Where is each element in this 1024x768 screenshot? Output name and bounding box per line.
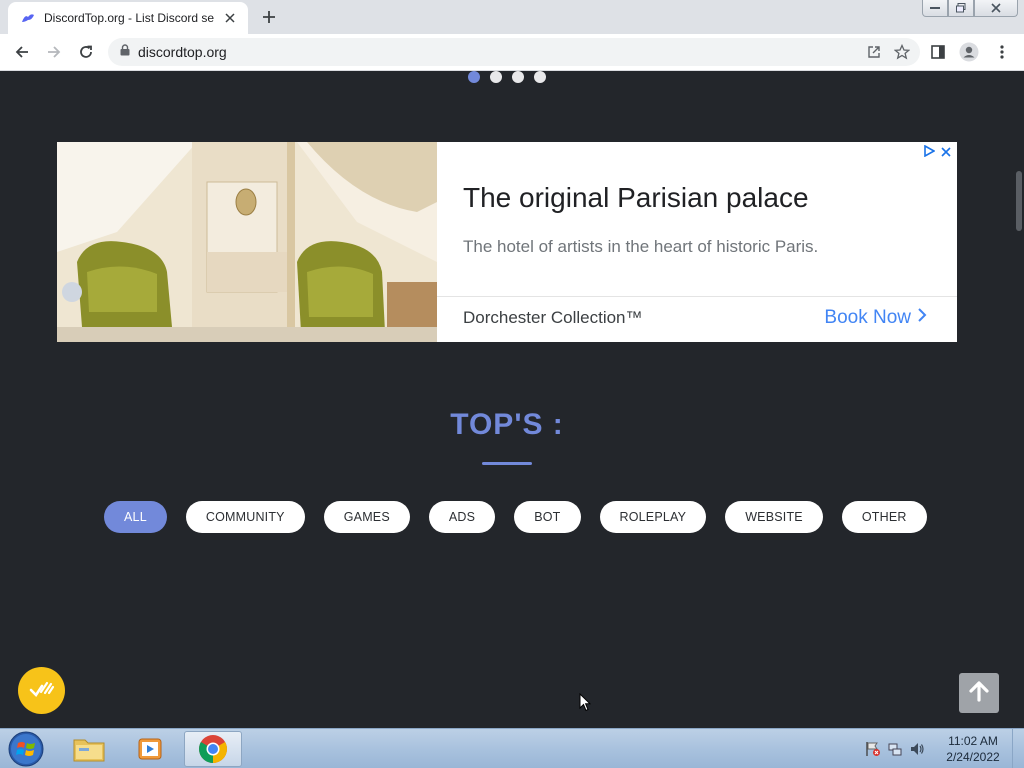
taskbar-media-player-icon[interactable]	[122, 731, 180, 767]
close-window-icon[interactable]	[974, 0, 1018, 17]
action-center-flag-icon[interactable]	[862, 738, 884, 760]
lock-icon[interactable]	[120, 43, 130, 61]
filter-ads-button[interactable]: ADS	[428, 501, 496, 533]
url-text: discordtop.org	[138, 44, 227, 60]
ad-divider	[437, 296, 957, 297]
page-scrollbar[interactable]	[1014, 71, 1024, 728]
filter-bot-button[interactable]: BOT	[514, 501, 581, 533]
arrow-up-icon	[967, 679, 991, 708]
tab-title: DiscordTop.org - List Discord ser	[44, 11, 214, 25]
scroll-to-top-button[interactable]	[959, 673, 999, 713]
filter-games-button[interactable]: GAMES	[323, 501, 410, 533]
system-clock[interactable]: 11:02 AM 2/24/2022	[940, 733, 1006, 765]
filter-website-button[interactable]: WEBSITE	[725, 501, 823, 533]
ad-close-icon[interactable]	[941, 144, 951, 162]
volume-icon[interactable]	[906, 738, 928, 760]
reload-icon[interactable]	[74, 40, 98, 64]
adchoices-icon[interactable]	[923, 144, 936, 162]
wave-check-icon	[29, 678, 55, 703]
ad-choices[interactable]	[923, 144, 951, 162]
window-controls	[922, 0, 1018, 17]
bookmark-star-icon[interactable]	[892, 42, 912, 62]
ad-cta-label: Book Now	[824, 307, 911, 328]
accessibility-widget-button[interactable]	[18, 667, 65, 714]
clock-date: 2/24/2022	[946, 750, 1000, 764]
browser-menu-icon[interactable]	[990, 40, 1014, 64]
share-icon[interactable]	[864, 42, 884, 62]
start-button[interactable]	[4, 730, 48, 768]
minimize-icon[interactable]	[922, 0, 948, 17]
back-arrow-icon[interactable]	[10, 40, 34, 64]
ad-hotel-room-image[interactable]	[57, 142, 437, 342]
ad-description[interactable]: The hotel of artists in the heart of his…	[463, 237, 818, 257]
profile-avatar-icon[interactable]	[957, 40, 981, 64]
clock-time: 11:02 AM	[948, 734, 998, 748]
ad-headline[interactable]: The original Parisian palace	[463, 182, 809, 214]
side-panel-icon[interactable]	[926, 40, 950, 64]
show-desktop-button[interactable]	[1012, 729, 1024, 768]
tab-close-icon[interactable]	[222, 10, 238, 26]
ad-book-now-button[interactable]: Book Now	[824, 307, 927, 329]
browser-tab[interactable]: DiscordTop.org - List Discord ser	[8, 2, 248, 34]
filter-community-button[interactable]: COMMUNITY	[185, 501, 305, 533]
carousel-dot[interactable]	[468, 71, 480, 83]
ad-advertiser-name[interactable]: Dorchester Collection™	[463, 308, 643, 328]
filter-all-button[interactable]: ALL	[104, 501, 167, 533]
tops-heading: TOP'S :	[450, 408, 564, 441]
browser-toolbar: discordtop.org	[0, 34, 1024, 71]
browser-tab-strip: DiscordTop.org - List Discord ser	[0, 0, 1024, 34]
heading-underline	[482, 462, 532, 465]
advertisement-banner[interactable]: The original Parisian palace The hotel o…	[57, 142, 957, 342]
carousel-dot[interactable]	[534, 71, 546, 83]
new-tab-icon[interactable]	[258, 6, 280, 28]
carousel-dot[interactable]	[490, 71, 502, 83]
chevron-right-icon	[917, 307, 927, 329]
filter-other-button[interactable]: OTHER	[841, 501, 927, 533]
address-bar[interactable]: discordtop.org	[108, 38, 920, 66]
discordtop-favicon-icon	[20, 10, 36, 26]
carousel-dots	[468, 71, 546, 83]
ad-text-panel[interactable]: The original Parisian palace The hotel o…	[437, 142, 957, 342]
filter-roleplay-button[interactable]: ROLEPLAY	[599, 501, 707, 533]
taskbar-chrome-icon[interactable]	[184, 731, 242, 767]
taskbar-file-explorer-icon[interactable]	[60, 731, 118, 767]
network-icon[interactable]	[884, 738, 906, 760]
mouse-cursor-icon	[579, 692, 592, 717]
restore-icon[interactable]	[948, 0, 974, 17]
carousel-dot[interactable]	[512, 71, 524, 83]
page-content: The original Parisian palace The hotel o…	[0, 71, 1024, 728]
scrollbar-thumb[interactable]	[1016, 171, 1022, 231]
forward-arrow-icon[interactable]	[42, 40, 66, 64]
category-filters: ALL COMMUNITY GAMES ADS BOT ROLEPLAY WEB…	[104, 501, 927, 533]
windows-taskbar: 11:02 AM 2/24/2022	[0, 728, 1024, 768]
